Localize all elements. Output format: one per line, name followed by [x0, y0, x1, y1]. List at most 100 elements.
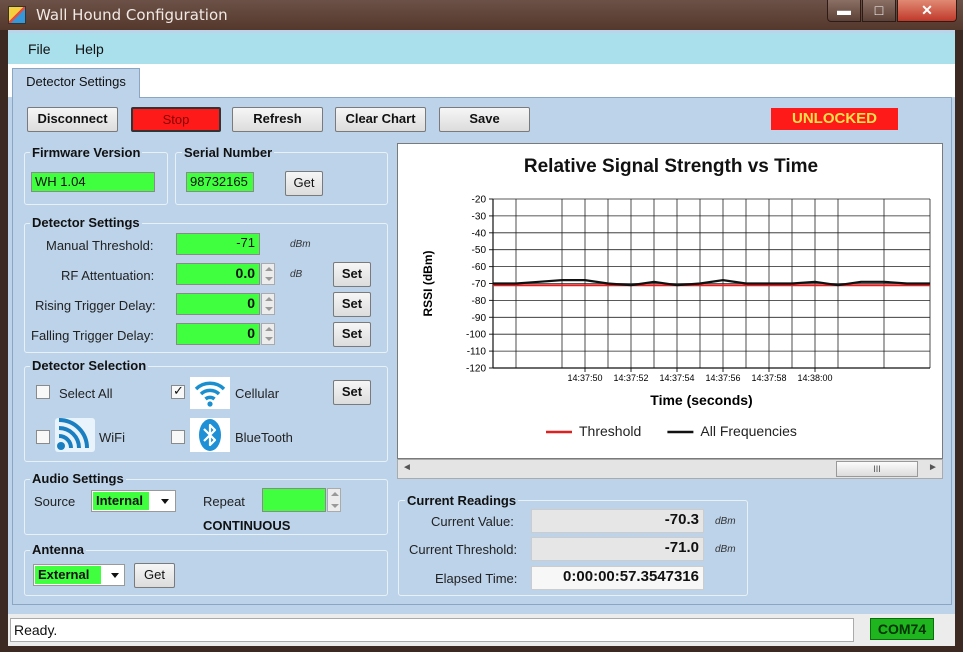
lock-status-badge: UNLOCKED [771, 108, 898, 130]
y-tick-label: -70 [472, 279, 487, 290]
rssi-chart: Relative Signal Strength vs Time -20 -30-… [397, 143, 943, 459]
antenna-dropdown-icon[interactable] [107, 565, 123, 585]
x-tick-label: 14:38:00 [797, 373, 832, 383]
rising-delay-label: Rising Trigger Delay: [35, 298, 156, 313]
set-falling-delay-button[interactable]: Set [333, 322, 371, 347]
serial-number-field: 98732165 [186, 172, 254, 192]
y-tick-label: -80 [472, 296, 487, 307]
status-text: Ready. [10, 618, 854, 642]
falling-delay-label: Falling Trigger Delay: [31, 328, 154, 343]
close-button[interactable]: ✕ [897, 0, 957, 22]
repeat-input[interactable] [262, 488, 326, 512]
falling-delay-spinner[interactable] [261, 323, 275, 345]
maximize-button[interactable]: □ [862, 0, 896, 22]
get-serial-button[interactable]: Get [285, 171, 323, 196]
rf-attenuation-unit: dB [290, 269, 303, 280]
set-detector-selection-button[interactable]: Set [333, 380, 371, 405]
current-threshold-label: Current Threshold: [409, 542, 518, 557]
y-tick-label: -120 [466, 364, 486, 375]
cellular-label: Cellular [235, 386, 280, 401]
y-tick-label: -40 [472, 228, 487, 239]
firmware-group-title: Firmware Version [30, 145, 143, 160]
audio-source-dropdown-icon[interactable] [157, 491, 173, 511]
get-antenna-button[interactable]: Get [134, 563, 175, 588]
elapsed-time-label: Elapsed Time: [435, 571, 518, 586]
audio-settings-title: Audio Settings [30, 471, 126, 486]
menu-file[interactable]: File [28, 41, 51, 57]
audio-source-value: Internal [93, 492, 149, 510]
x-axis-label: Time (seconds) [650, 392, 752, 408]
y-tick-label: -110 [467, 347, 487, 358]
refresh-button[interactable]: Refresh [232, 107, 323, 132]
scroll-right-icon[interactable]: ► [928, 462, 938, 473]
manual-threshold-input[interactable]: -71 [176, 233, 260, 255]
rf-attenuation-spinner[interactable] [261, 263, 275, 285]
bluetooth-icon [190, 418, 230, 452]
set-rising-delay-button[interactable]: Set [333, 292, 371, 317]
x-tick-label: 14:37:58 [751, 373, 786, 383]
set-rf-attenuation-button[interactable]: Set [333, 262, 371, 287]
manual-threshold-label: Manual Threshold: [46, 238, 154, 253]
tab-strip [8, 64, 955, 97]
legend-label: Threshold [579, 423, 641, 439]
current-value-field: -70.3 [531, 509, 704, 533]
app-icon [8, 6, 26, 24]
serial-group-title: Serial Number [182, 145, 275, 160]
minimize-button[interactable]: ▬ [827, 0, 861, 22]
y-tick-label: -60 [472, 262, 487, 273]
clear-chart-button[interactable]: Clear Chart [335, 107, 426, 132]
disconnect-button[interactable]: Disconnect [27, 107, 118, 132]
repeat-spinner[interactable] [327, 488, 341, 512]
elapsed-time-field: 0:00:00:57.3547316 [531, 566, 704, 590]
y-tick-label: -50 [472, 245, 487, 256]
scroll-thumb[interactable]: III [836, 461, 918, 477]
menu-bar [8, 33, 955, 64]
y-tick-label: -100 [466, 330, 486, 341]
y-tick-label: -90 [472, 313, 487, 324]
cellular-checkbox[interactable] [171, 383, 185, 399]
current-threshold-field: -71.0 [531, 537, 704, 561]
current-readings-title: Current Readings [405, 493, 519, 508]
y-tick-label: -20 [472, 195, 487, 206]
detector-selection-title: Detector Selection [30, 358, 149, 373]
y-axis-label: RSSI (dBm) [421, 250, 435, 316]
rf-attenuation-input[interactable]: 0.0 [176, 263, 260, 285]
com-port-indicator: COM74 [870, 618, 934, 640]
x-tick-label: 14:37:52 [613, 373, 648, 383]
scroll-left-icon[interactable]: ◄ [402, 462, 412, 473]
firmware-version-field: WH 1.04 [31, 172, 155, 192]
wifi-checkbox[interactable] [36, 430, 50, 444]
bluetooth-label: BlueTooth [235, 430, 293, 445]
legend-label: All Frequencies [700, 423, 797, 439]
save-button[interactable]: Save [439, 107, 530, 132]
antenna-value: External [35, 566, 101, 584]
chart-plot: -20 -30 -40 -50 -60 -70 -80 -90 -100 -110 -120 14:3… [421, 195, 931, 439]
rising-delay-spinner[interactable] [261, 293, 275, 315]
window-title: Wall Hound Configuration [36, 6, 228, 24]
stop-button[interactable]: Stop [131, 107, 221, 132]
antenna-title: Antenna [30, 542, 86, 557]
menu-help[interactable]: Help [75, 41, 104, 57]
select-all-label: Select All [59, 386, 113, 401]
current-value-label: Current Value: [431, 514, 514, 529]
current-value-unit: dBm [715, 516, 736, 527]
falling-delay-input[interactable]: 0 [176, 323, 260, 345]
y-tick-label: -30 [472, 211, 487, 222]
x-tick-label: 14:37:56 [705, 373, 740, 383]
rf-attenuation-label: RF Attentuation: [61, 268, 155, 283]
wifi-label: WiFi [99, 430, 125, 445]
manual-threshold-unit: dBm [290, 239, 311, 250]
bluetooth-checkbox[interactable] [171, 430, 185, 444]
tab-detector-settings[interactable]: Detector Settings [12, 68, 140, 98]
detector-settings-title: Detector Settings [30, 215, 142, 230]
x-tick-label: 14:37:54 [659, 373, 694, 383]
wifi-signal-icon [190, 377, 230, 409]
audio-source-label: Source [34, 494, 76, 509]
repeat-label: Repeat [203, 494, 245, 509]
wifi-radiowave-icon [55, 418, 95, 452]
rising-delay-input[interactable]: 0 [176, 293, 260, 315]
chart-horizontal-scrollbar[interactable]: ◄ III ► [397, 459, 943, 479]
current-threshold-unit: dBm [715, 544, 736, 555]
select-all-checkbox[interactable] [36, 385, 50, 399]
repeat-mode-text: CONTINUOUS [203, 518, 291, 533]
